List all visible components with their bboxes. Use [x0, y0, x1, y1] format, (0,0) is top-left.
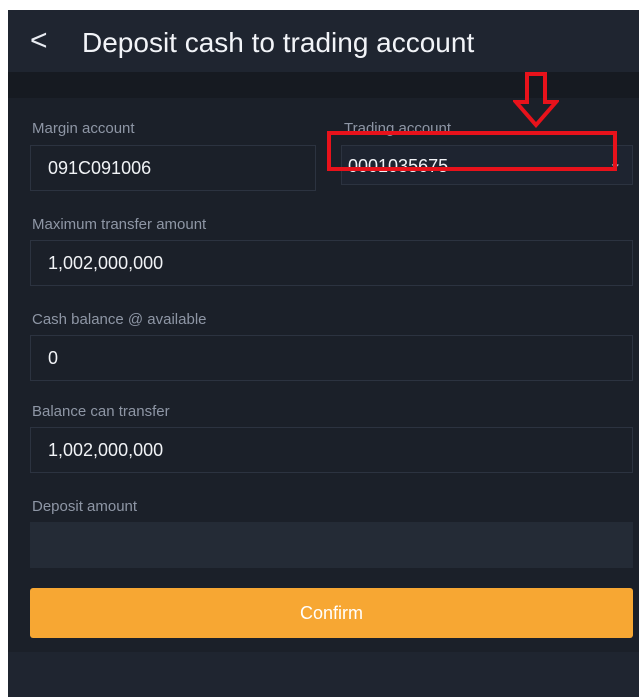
max-transfer-value: 1,002,000,000 [48, 253, 164, 273]
margin-account-label: Margin account [32, 120, 135, 137]
balance-can-transfer-label: Balance can transfer [32, 403, 170, 420]
cash-balance-label: Cash balance @ available [32, 311, 207, 328]
max-transfer-field: 1,002,000,000 [30, 240, 633, 286]
margin-account-field: 091C091006 [30, 145, 316, 191]
cash-balance-field: 0 [30, 335, 633, 381]
balance-can-transfer-field: 1,002,000,000 [30, 427, 633, 473]
max-transfer-label: Maximum transfer amount [32, 216, 207, 233]
trading-account-highlight [327, 131, 617, 171]
margin-account-value: 091C091006 [48, 158, 152, 178]
chevron-left-icon[interactable]: < [30, 24, 48, 58]
cash-balance-value: 0 [48, 348, 59, 368]
down-arrow-icon [513, 72, 559, 128]
page-title: Deposit cash to trading account [82, 27, 475, 58]
deposit-amount-input[interactable] [30, 522, 633, 568]
confirm-button[interactable]: Confirm [30, 588, 633, 638]
deposit-amount-label: Deposit amount [32, 498, 138, 515]
bottom-bar [8, 652, 639, 697]
balance-can-transfer-value: 1,002,000,000 [48, 440, 164, 460]
top-bar: < Deposit cash to trading account [8, 10, 639, 72]
